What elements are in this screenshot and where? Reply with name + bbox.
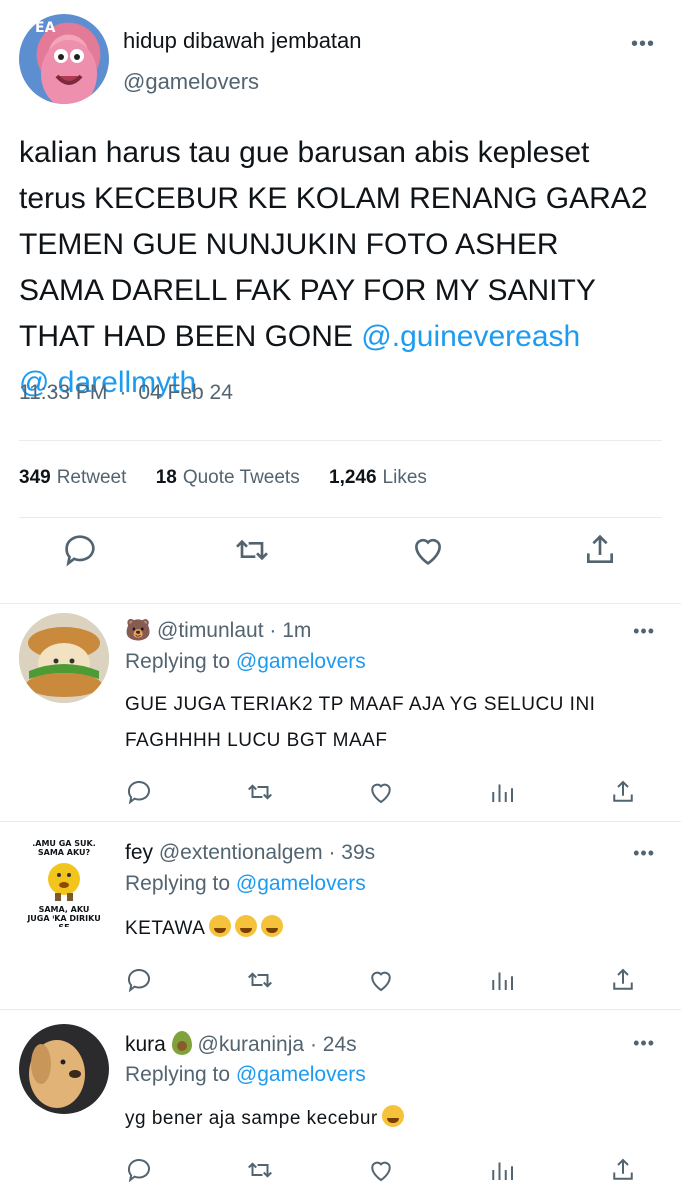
handle[interactable]: @gamelovers [123, 69, 259, 95]
reply-tweet[interactable]: 🐻 @timunlaut · 1m ••• Replying to @gamel… [0, 603, 681, 821]
avocado-emoji [171, 1031, 192, 1055]
like-icon[interactable] [366, 965, 396, 995]
reply-text: KETAWA [125, 911, 655, 947]
quote-stat[interactable]: 18 Quote Tweets [156, 467, 300, 488]
divider [19, 517, 662, 518]
avatar[interactable] [19, 613, 109, 703]
retweet-icon[interactable] [245, 1155, 275, 1185]
crying-emoji [209, 915, 232, 937]
replying-to-link[interactable]: @gamelovers [236, 1063, 366, 1086]
retweet-icon[interactable] [232, 530, 272, 570]
cat-avatar-image [19, 613, 109, 703]
tweet-stats: 349 Retweet 18 Quote Tweets 1,246 Likes [19, 467, 451, 489]
separator-dot: · [119, 381, 127, 404]
more-icon[interactable]: ••• [631, 33, 655, 56]
replying-to: Replying to @gamelovers [125, 1063, 366, 1086]
like-stat[interactable]: 1,246 Likes [329, 467, 427, 488]
reply-name[interactable]: kura [125, 1033, 166, 1056]
more-icon[interactable]: ••• [633, 621, 655, 642]
share-icon[interactable] [608, 1155, 638, 1185]
avatar[interactable]: .AMU GA SUK. SAMA AKU? SAMA, AKU JUGA ᴵK… [19, 837, 109, 927]
reply-text: GUE JUGA TERIAK2 TP MAAF AJA YG SELUCU I… [125, 694, 596, 751]
mention-link[interactable]: @.guinevereash [361, 320, 580, 353]
bear-emoji: 🐻 [125, 619, 152, 642]
avatar[interactable] [19, 1024, 109, 1114]
reply-header: 🐻 @timunlaut · 1m [125, 619, 311, 643]
retweet-stat[interactable]: 349 Retweet [19, 467, 126, 488]
retweet-icon[interactable] [245, 777, 275, 807]
reply-icon[interactable] [60, 530, 100, 570]
reply-handle[interactable]: @timunlaut [157, 619, 264, 642]
dog-avatar-image [19, 1024, 109, 1114]
share-icon[interactable] [580, 530, 620, 570]
like-icon[interactable] [366, 777, 396, 807]
reply-header: fey @extentionalgem · 39s [125, 841, 375, 865]
reply-time[interactable]: · 1m [269, 619, 311, 642]
tweet-action-bar [0, 530, 681, 590]
views-icon[interactable] [487, 777, 517, 807]
reply-handle[interactable]: @extentionalgem [159, 841, 323, 864]
replying-to: Replying to @gamelovers [125, 872, 366, 895]
more-icon[interactable]: ••• [633, 1033, 655, 1054]
reply-time[interactable]: · 39s [328, 841, 375, 864]
reply-action-bar [0, 1155, 681, 1185]
tweet-text: kalian harus tau gue barusan abis keples… [19, 130, 649, 406]
share-icon[interactable] [608, 777, 638, 807]
reply-tweet[interactable]: kura @kuraninja · 24s ••• Replying to @g… [0, 1009, 681, 1200]
tweet-time: 11:33 PM [19, 381, 108, 404]
main-tweet: EA hidup dibawah jembatan @gamelovers ••… [0, 0, 681, 603]
tweet-timestamp[interactable]: 11:33 PM · 04 Feb 24 [19, 381, 233, 405]
share-icon[interactable] [608, 965, 638, 995]
replying-to: Replying to @gamelovers [125, 650, 366, 673]
reply-handle[interactable]: @kuraninja [198, 1033, 305, 1056]
more-icon[interactable]: ••• [633, 843, 655, 864]
display-name[interactable]: hidup dibawah jembatan [123, 28, 362, 54]
views-icon[interactable] [487, 1155, 517, 1185]
reply-icon[interactable] [124, 777, 154, 807]
like-icon[interactable] [408, 530, 448, 570]
views-icon[interactable] [487, 965, 517, 995]
replying-to-link[interactable]: @gamelovers [236, 650, 366, 673]
reply-name[interactable]: fey [125, 841, 153, 864]
reply-action-bar [0, 777, 681, 807]
replying-to-link[interactable]: @gamelovers [236, 872, 366, 895]
retweet-icon[interactable] [245, 965, 275, 995]
meme-caption: SAMA, AKU JUGA ᴵKA DIRIKU SE [27, 905, 101, 927]
reply-time[interactable]: · 24s [310, 1033, 357, 1056]
like-icon[interactable] [366, 1155, 396, 1185]
reply-action-bar [0, 965, 681, 995]
reply-tweet[interactable]: .AMU GA SUK. SAMA AKU? SAMA, AKU JUGA ᴵK… [0, 821, 681, 1009]
avatar[interactable]: EA [19, 14, 109, 104]
patrick-avatar-image [41, 40, 97, 104]
reply-icon[interactable] [124, 965, 154, 995]
divider [19, 440, 662, 441]
reply-icon[interactable] [124, 1155, 154, 1185]
tweet-date: 04 Feb 24 [138, 381, 233, 404]
crying-emoji [381, 1105, 404, 1127]
crying-emoji [261, 915, 284, 937]
crying-emoji [235, 915, 258, 937]
reply-header: kura @kuraninja · 24s [125, 1031, 357, 1057]
reply-text: yg bener aja sampe kecebur [125, 1101, 655, 1137]
